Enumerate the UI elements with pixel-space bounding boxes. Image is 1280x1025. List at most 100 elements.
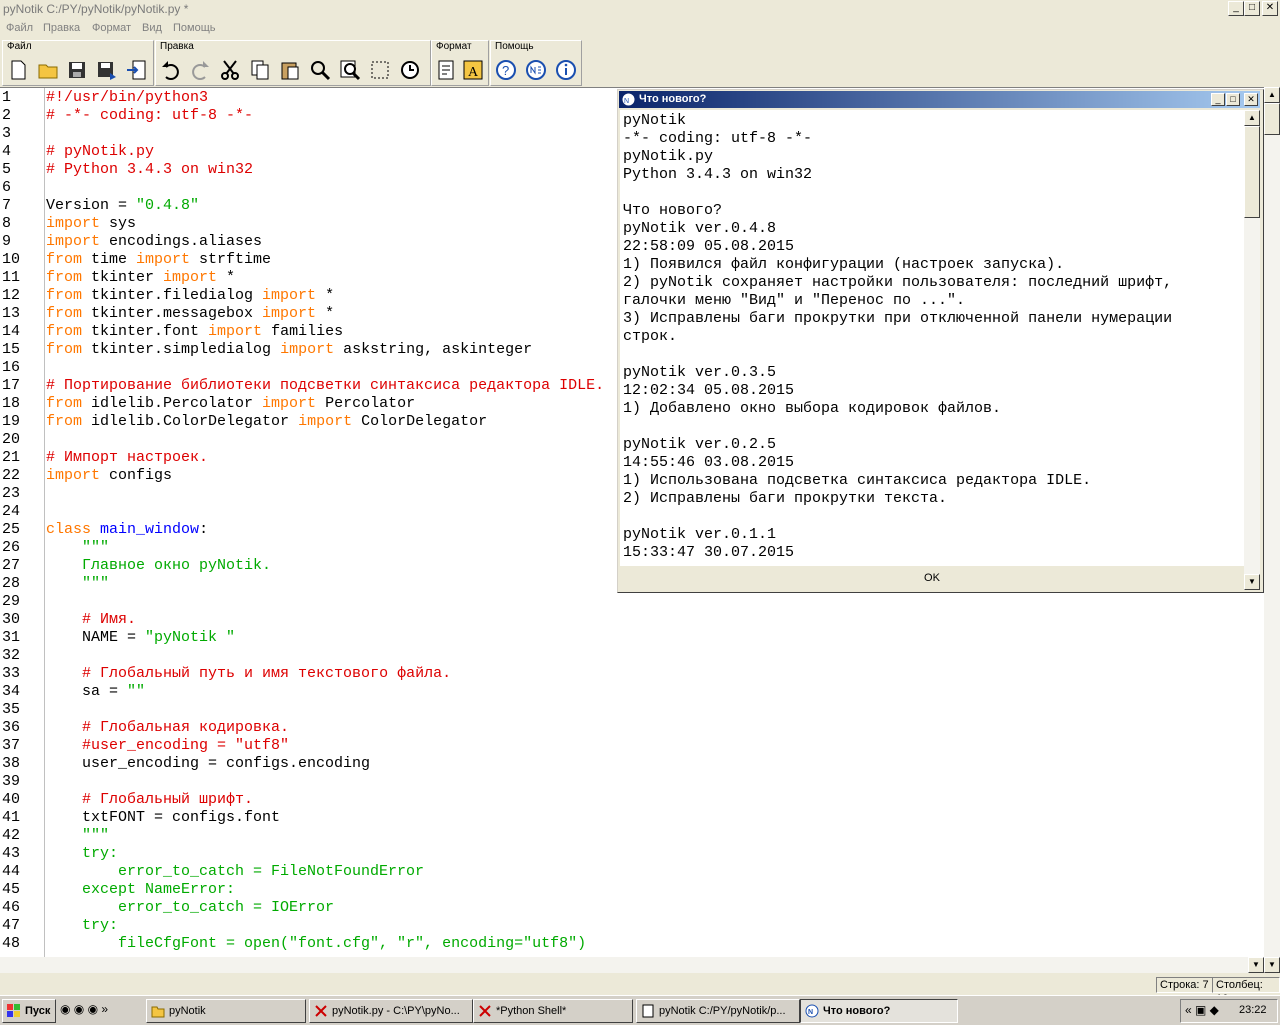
dialog-scroll-thumb[interactable] <box>1244 126 1260 218</box>
font-button[interactable]: A <box>460 57 486 83</box>
menu-view[interactable]: Вид <box>142 22 162 34</box>
task-idle-editor[interactable]: pyNotik.py - C:\PY\pyNo... <box>309 999 473 1023</box>
cut-button[interactable] <box>217 57 243 83</box>
windows-logo-icon <box>7 1004 20 1017</box>
task-pynotik-window[interactable]: pyNotik C:/PY/pyNotik/p... <box>636 999 800 1023</box>
code-line: import configs <box>46 467 173 484</box>
maximize-button[interactable]: □ <box>1244 1 1260 16</box>
line-number: 27 <box>2 557 21 574</box>
code-line: #!/usr/bin/python3 <box>46 89 209 106</box>
new-badge-icon: N <box>805 1004 819 1018</box>
undo-icon <box>162 61 179 80</box>
line-number: 3 <box>2 125 12 142</box>
dialog-title-bar[interactable]: N Что нового? _ □ ✕ <box>619 91 1260 108</box>
tray-icons[interactable]: « ▣ ◆ <box>1185 1003 1219 1017</box>
line-number: 17 <box>2 377 21 394</box>
dialog-text-area[interactable]: pyNotik -*- coding: utf-8 -*- pyNotik.py Py… <box>620 110 1244 566</box>
editor-horizontal-scrollbar[interactable]: ▼ <box>0 957 1264 973</box>
help-button[interactable]: ? <box>493 57 519 83</box>
line-number: 28 <box>2 575 21 592</box>
editor-vertical-scrollbar[interactable]: ▲ ▼ <box>1264 87 1280 973</box>
start-label: Пуск <box>25 1005 51 1017</box>
dialog-maximize-button[interactable]: □ <box>1226 93 1240 106</box>
new-file-button[interactable] <box>5 57 31 83</box>
code-line: from tkinter.simpledialog import askstri… <box>46 341 533 358</box>
line-number: 32 <box>2 647 21 664</box>
word-wrap-button[interactable] <box>433 57 459 83</box>
save-button[interactable] <box>64 57 90 83</box>
menu-help[interactable]: Помощь <box>173 22 216 34</box>
svg-text:A: A <box>468 65 479 80</box>
dialog-text-line: -*- coding: utf-8 -*- <box>623 130 813 147</box>
clock[interactable]: 23:22 <box>1239 1004 1267 1016</box>
line-number: 21 <box>2 449 21 466</box>
exit-icon <box>127 60 146 80</box>
redo-icon <box>192 61 209 80</box>
copy-button[interactable] <box>247 57 273 83</box>
code-line: # Импорт настроек. <box>46 449 209 466</box>
whats-new-button[interactable] <box>523 57 549 83</box>
quick-launch-icons[interactable]: ◉ ◉ ◉ » <box>60 1002 108 1016</box>
group-label-format: Формат <box>436 41 472 52</box>
scroll-right-arrow[interactable]: ▼ <box>1248 957 1264 973</box>
line-number: 43 <box>2 845 21 862</box>
dialog-text-line: 2) Исправлены баги прокрутки текста. <box>623 490 948 507</box>
dialog-scroll-up-arrow[interactable]: ▲ <box>1244 110 1260 126</box>
line-number: 44 <box>2 863 21 880</box>
line-number: 41 <box>2 809 21 826</box>
menu-file[interactable]: Файл <box>6 22 33 34</box>
group-label-file: Файл <box>7 41 32 52</box>
paste-icon <box>281 62 299 80</box>
whats-new-dialog: N Что нового? _ □ ✕ pyNotik -*- coding: u… <box>617 89 1264 593</box>
dialog-minimize-button[interactable]: _ <box>1211 93 1225 106</box>
code-line: """ <box>46 539 110 556</box>
dialog-scroll-down-arrow[interactable]: ▼ <box>1244 574 1260 590</box>
exit-button[interactable] <box>123 57 149 83</box>
open-file-button[interactable] <box>35 57 61 83</box>
dialog-vertical-scrollbar[interactable]: ▲ ▼ <box>1244 110 1260 590</box>
dialog-close-button[interactable]: ✕ <box>1244 93 1258 106</box>
task-label: *Python Shell* <box>496 1005 567 1017</box>
save-as-button[interactable] <box>94 57 120 83</box>
ok-button[interactable]: OK <box>620 568 1244 588</box>
code-line: # Имя. <box>82 611 137 628</box>
code-line: from idlelib.ColorDelegator import Color… <box>46 413 488 430</box>
task-pynotik-folder[interactable]: pyNotik <box>146 999 306 1023</box>
find-replace-button[interactable] <box>337 57 363 83</box>
select-all-icon <box>371 61 389 79</box>
code-line: # -*- coding: utf-8 -*- <box>46 107 254 124</box>
close-button[interactable]: ✕ <box>1262 1 1278 16</box>
find-button[interactable] <box>307 57 333 83</box>
save-as-icon <box>98 62 116 80</box>
status-row: Строка: 7 <box>1156 977 1213 993</box>
redo-button[interactable] <box>187 57 213 83</box>
paste-button[interactable] <box>277 57 303 83</box>
code-line: class main_window: <box>46 521 209 538</box>
dialog-text-line: pyNotik ver.0.4.8 <box>623 220 777 237</box>
about-button[interactable] <box>553 57 579 83</box>
code-line: sa = "" <box>46 683 146 700</box>
scroll-thumb[interactable] <box>1264 103 1280 135</box>
line-number: 18 <box>2 395 21 412</box>
toolbar-group-format: Формат A <box>431 40 489 86</box>
menu-edit[interactable]: Правка <box>43 22 80 34</box>
task-whats-new[interactable]: N Что нового? <box>800 999 958 1023</box>
task-python-shell[interactable]: *Python Shell* <box>473 999 633 1023</box>
code-line: # Python 3.4.3 on win32 <box>46 161 254 178</box>
dialog-text-line: 1) Появился файл конфигурации (настроек … <box>623 256 1065 273</box>
minimize-button[interactable]: _ <box>1228 1 1244 16</box>
start-button[interactable]: Пуск <box>2 999 56 1023</box>
new-file-icon <box>11 60 26 80</box>
insert-time-button[interactable] <box>397 57 423 83</box>
scroll-up-arrow[interactable]: ▲ <box>1264 87 1280 103</box>
scroll-down-arrow[interactable]: ▼ <box>1264 957 1280 973</box>
select-all-button[interactable] <box>367 57 393 83</box>
group-label-help: Помощь <box>495 41 534 52</box>
line-number: 45 <box>2 881 21 898</box>
code-line: """ <box>46 575 110 592</box>
group-label-edit: Правка <box>160 41 194 52</box>
line-number: 40 <box>2 791 21 808</box>
undo-button[interactable] <box>158 57 184 83</box>
menu-format[interactable]: Формат <box>92 22 131 34</box>
line-number: 20 <box>2 431 21 448</box>
